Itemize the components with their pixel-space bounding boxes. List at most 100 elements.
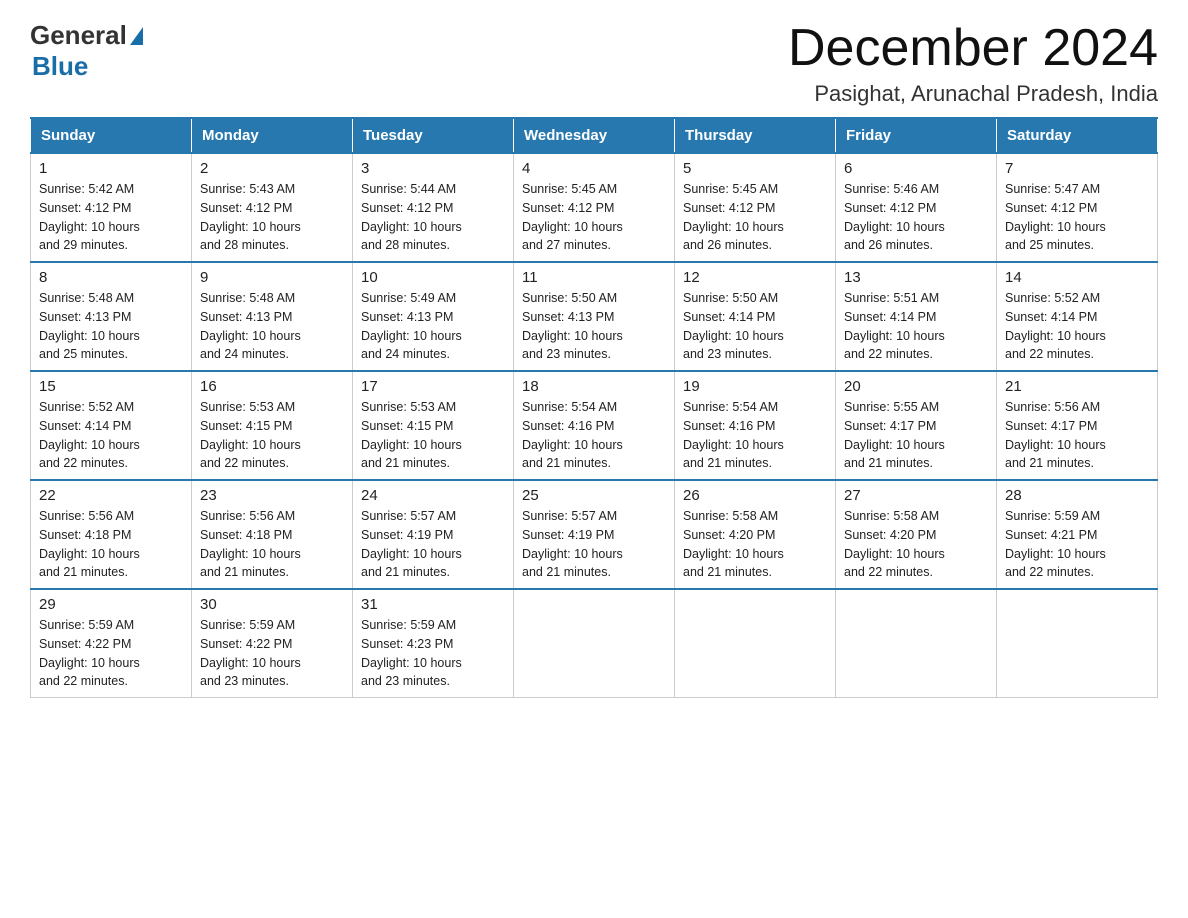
calendar-cell: 8 Sunrise: 5:48 AM Sunset: 4:13 PM Dayli… xyxy=(31,262,192,371)
day-number: 3 xyxy=(361,160,505,177)
calendar-cell: 3 Sunrise: 5:44 AM Sunset: 4:12 PM Dayli… xyxy=(353,153,514,262)
day-info: Sunrise: 5:52 AM Sunset: 4:14 PM Dayligh… xyxy=(39,398,183,473)
calendar-cell: 2 Sunrise: 5:43 AM Sunset: 4:12 PM Dayli… xyxy=(192,153,353,262)
calendar-header-friday: Friday xyxy=(836,118,997,153)
calendar-cell: 13 Sunrise: 5:51 AM Sunset: 4:14 PM Dayl… xyxy=(836,262,997,371)
logo: General Blue xyxy=(30,20,143,82)
day-number: 28 xyxy=(1005,487,1149,504)
calendar-header-sunday: Sunday xyxy=(31,118,192,153)
day-number: 5 xyxy=(683,160,827,177)
calendar-cell: 11 Sunrise: 5:50 AM Sunset: 4:13 PM Dayl… xyxy=(514,262,675,371)
calendar-cell: 28 Sunrise: 5:59 AM Sunset: 4:21 PM Dayl… xyxy=(997,480,1158,589)
calendar-week-row: 22 Sunrise: 5:56 AM Sunset: 4:18 PM Dayl… xyxy=(31,480,1158,589)
calendar-week-row: 8 Sunrise: 5:48 AM Sunset: 4:13 PM Dayli… xyxy=(31,262,1158,371)
day-info: Sunrise: 5:52 AM Sunset: 4:14 PM Dayligh… xyxy=(1005,289,1149,364)
calendar-week-row: 29 Sunrise: 5:59 AM Sunset: 4:22 PM Dayl… xyxy=(31,589,1158,698)
calendar-cell: 10 Sunrise: 5:49 AM Sunset: 4:13 PM Dayl… xyxy=(353,262,514,371)
day-info: Sunrise: 5:54 AM Sunset: 4:16 PM Dayligh… xyxy=(522,398,666,473)
day-info: Sunrise: 5:46 AM Sunset: 4:12 PM Dayligh… xyxy=(844,180,988,255)
logo-general-text: General xyxy=(30,20,127,51)
month-title: December 2024 xyxy=(788,20,1158,77)
calendar-cell: 17 Sunrise: 5:53 AM Sunset: 4:15 PM Dayl… xyxy=(353,371,514,480)
day-info: Sunrise: 5:56 AM Sunset: 4:17 PM Dayligh… xyxy=(1005,398,1149,473)
day-number: 25 xyxy=(522,487,666,504)
day-number: 31 xyxy=(361,596,505,613)
day-number: 22 xyxy=(39,487,183,504)
day-number: 20 xyxy=(844,378,988,395)
calendar-table: SundayMondayTuesdayWednesdayThursdayFrid… xyxy=(30,117,1158,698)
calendar-week-row: 1 Sunrise: 5:42 AM Sunset: 4:12 PM Dayli… xyxy=(31,153,1158,262)
day-number: 29 xyxy=(39,596,183,613)
calendar-header-row: SundayMondayTuesdayWednesdayThursdayFrid… xyxy=(31,118,1158,153)
day-number: 10 xyxy=(361,269,505,286)
day-info: Sunrise: 5:59 AM Sunset: 4:23 PM Dayligh… xyxy=(361,616,505,691)
day-info: Sunrise: 5:48 AM Sunset: 4:13 PM Dayligh… xyxy=(39,289,183,364)
day-number: 16 xyxy=(200,378,344,395)
day-info: Sunrise: 5:42 AM Sunset: 4:12 PM Dayligh… xyxy=(39,180,183,255)
calendar-cell: 6 Sunrise: 5:46 AM Sunset: 4:12 PM Dayli… xyxy=(836,153,997,262)
day-info: Sunrise: 5:53 AM Sunset: 4:15 PM Dayligh… xyxy=(361,398,505,473)
day-info: Sunrise: 5:43 AM Sunset: 4:12 PM Dayligh… xyxy=(200,180,344,255)
calendar-header-monday: Monday xyxy=(192,118,353,153)
day-info: Sunrise: 5:45 AM Sunset: 4:12 PM Dayligh… xyxy=(683,180,827,255)
day-number: 15 xyxy=(39,378,183,395)
day-info: Sunrise: 5:56 AM Sunset: 4:18 PM Dayligh… xyxy=(39,507,183,582)
day-info: Sunrise: 5:59 AM Sunset: 4:22 PM Dayligh… xyxy=(200,616,344,691)
day-number: 13 xyxy=(844,269,988,286)
day-info: Sunrise: 5:57 AM Sunset: 4:19 PM Dayligh… xyxy=(361,507,505,582)
calendar-header-tuesday: Tuesday xyxy=(353,118,514,153)
calendar-cell: 1 Sunrise: 5:42 AM Sunset: 4:12 PM Dayli… xyxy=(31,153,192,262)
day-number: 19 xyxy=(683,378,827,395)
calendar-cell xyxy=(997,589,1158,698)
day-number: 26 xyxy=(683,487,827,504)
day-number: 18 xyxy=(522,378,666,395)
calendar-cell: 27 Sunrise: 5:58 AM Sunset: 4:20 PM Dayl… xyxy=(836,480,997,589)
day-info: Sunrise: 5:49 AM Sunset: 4:13 PM Dayligh… xyxy=(361,289,505,364)
day-number: 21 xyxy=(1005,378,1149,395)
day-info: Sunrise: 5:54 AM Sunset: 4:16 PM Dayligh… xyxy=(683,398,827,473)
calendar-cell xyxy=(836,589,997,698)
calendar-week-row: 15 Sunrise: 5:52 AM Sunset: 4:14 PM Dayl… xyxy=(31,371,1158,480)
day-number: 24 xyxy=(361,487,505,504)
calendar-cell: 20 Sunrise: 5:55 AM Sunset: 4:17 PM Dayl… xyxy=(836,371,997,480)
day-number: 9 xyxy=(200,269,344,286)
day-number: 30 xyxy=(200,596,344,613)
day-info: Sunrise: 5:59 AM Sunset: 4:22 PM Dayligh… xyxy=(39,616,183,691)
calendar-cell: 29 Sunrise: 5:59 AM Sunset: 4:22 PM Dayl… xyxy=(31,589,192,698)
location-subtitle: Pasighat, Arunachal Pradesh, India xyxy=(788,81,1158,107)
logo-triangle-icon xyxy=(130,27,143,45)
calendar-cell: 18 Sunrise: 5:54 AM Sunset: 4:16 PM Dayl… xyxy=(514,371,675,480)
calendar-cell: 21 Sunrise: 5:56 AM Sunset: 4:17 PM Dayl… xyxy=(997,371,1158,480)
day-info: Sunrise: 5:56 AM Sunset: 4:18 PM Dayligh… xyxy=(200,507,344,582)
calendar-cell: 14 Sunrise: 5:52 AM Sunset: 4:14 PM Dayl… xyxy=(997,262,1158,371)
day-number: 1 xyxy=(39,160,183,177)
calendar-header-saturday: Saturday xyxy=(997,118,1158,153)
day-info: Sunrise: 5:59 AM Sunset: 4:21 PM Dayligh… xyxy=(1005,507,1149,582)
header: General Blue December 2024 Pasighat, Aru… xyxy=(30,20,1158,107)
day-info: Sunrise: 5:45 AM Sunset: 4:12 PM Dayligh… xyxy=(522,180,666,255)
calendar-cell: 12 Sunrise: 5:50 AM Sunset: 4:14 PM Dayl… xyxy=(675,262,836,371)
day-info: Sunrise: 5:58 AM Sunset: 4:20 PM Dayligh… xyxy=(683,507,827,582)
day-info: Sunrise: 5:55 AM Sunset: 4:17 PM Dayligh… xyxy=(844,398,988,473)
calendar-cell xyxy=(675,589,836,698)
calendar-cell: 24 Sunrise: 5:57 AM Sunset: 4:19 PM Dayl… xyxy=(353,480,514,589)
calendar-cell: 5 Sunrise: 5:45 AM Sunset: 4:12 PM Dayli… xyxy=(675,153,836,262)
day-number: 12 xyxy=(683,269,827,286)
calendar-cell: 4 Sunrise: 5:45 AM Sunset: 4:12 PM Dayli… xyxy=(514,153,675,262)
day-number: 8 xyxy=(39,269,183,286)
logo-blue-text: Blue xyxy=(32,51,88,82)
day-info: Sunrise: 5:44 AM Sunset: 4:12 PM Dayligh… xyxy=(361,180,505,255)
day-info: Sunrise: 5:57 AM Sunset: 4:19 PM Dayligh… xyxy=(522,507,666,582)
day-number: 7 xyxy=(1005,160,1149,177)
day-info: Sunrise: 5:48 AM Sunset: 4:13 PM Dayligh… xyxy=(200,289,344,364)
calendar-cell: 19 Sunrise: 5:54 AM Sunset: 4:16 PM Dayl… xyxy=(675,371,836,480)
day-number: 17 xyxy=(361,378,505,395)
day-info: Sunrise: 5:50 AM Sunset: 4:13 PM Dayligh… xyxy=(522,289,666,364)
day-number: 23 xyxy=(200,487,344,504)
day-info: Sunrise: 5:50 AM Sunset: 4:14 PM Dayligh… xyxy=(683,289,827,364)
calendar-cell: 7 Sunrise: 5:47 AM Sunset: 4:12 PM Dayli… xyxy=(997,153,1158,262)
calendar-cell: 30 Sunrise: 5:59 AM Sunset: 4:22 PM Dayl… xyxy=(192,589,353,698)
calendar-cell: 23 Sunrise: 5:56 AM Sunset: 4:18 PM Dayl… xyxy=(192,480,353,589)
day-number: 4 xyxy=(522,160,666,177)
calendar-cell: 15 Sunrise: 5:52 AM Sunset: 4:14 PM Dayl… xyxy=(31,371,192,480)
